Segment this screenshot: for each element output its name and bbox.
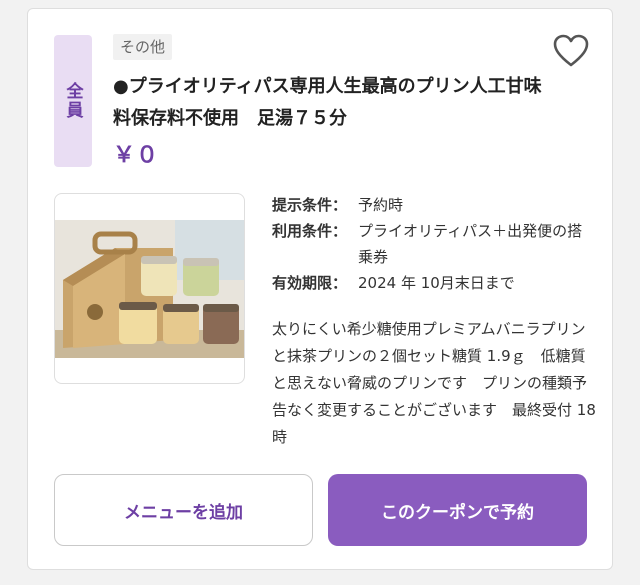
condition-value: 2024 年 10月末日まで xyxy=(358,274,515,292)
condition-value: 予約時 xyxy=(358,196,404,214)
pudding-photo xyxy=(55,220,244,358)
condition-label: 利用条件： xyxy=(272,222,348,240)
audience-badge: 全員 xyxy=(54,35,92,167)
coupon-card: 全員 その他 ●プライオリティパス専用人生最高のプリン人工甘味料保存料不使用 足… xyxy=(27,8,613,570)
category-tag: その他 xyxy=(113,34,173,60)
coupon-image xyxy=(54,193,245,384)
condition-row: 有効期限： 2024 年 10月末日まで xyxy=(272,270,592,296)
heart-outline-icon xyxy=(553,34,589,67)
coupon-title: ●プライオリティパス専用人生最高のプリン人工甘味料保存料不使用 足湯７５分 xyxy=(113,76,542,129)
condition-value: プライオリティパス＋出発便の搭乗券 xyxy=(358,222,583,266)
condition-row: 利用条件： プライオリティパス＋出発便の搭乗券 xyxy=(272,218,592,270)
coupon-price: ￥０ xyxy=(113,143,160,168)
condition-row: 提示条件： 予約時 xyxy=(272,192,592,218)
reserve-with-coupon-button[interactable]: このクーポンで予約 xyxy=(328,474,587,546)
condition-label: 有効期限： xyxy=(272,274,348,292)
favorite-button[interactable] xyxy=(552,33,590,69)
audience-badge-label: 全員 xyxy=(62,82,83,120)
conditions-list: 提示条件： 予約時 利用条件： プライオリティパス＋出発便の搭乗券 有効期限： … xyxy=(272,192,592,296)
condition-label: 提示条件： xyxy=(272,196,348,214)
coupon-description: 太りにくい希少糖使用プレミアムバニラプリンと抹茶プリンの２個セット糖質 1.9ｇ… xyxy=(272,320,601,446)
add-menu-button[interactable]: メニューを追加 xyxy=(54,474,313,546)
